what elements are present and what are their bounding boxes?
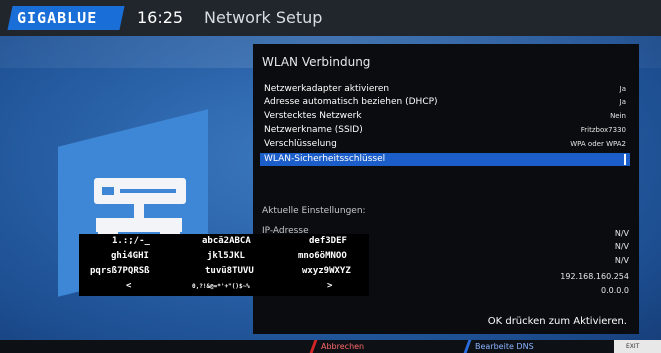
page-title: Network Setup xyxy=(204,8,323,27)
key-1[interactable]: 1.:;/-_ xyxy=(112,236,150,246)
receiver-display xyxy=(120,189,176,193)
network-connector-icon xyxy=(134,204,144,218)
setting-value: WPA oder WPA2 xyxy=(570,140,626,148)
text-cursor xyxy=(624,154,626,165)
setting-row-hidden-network[interactable]: Verstecktes Netzwerk Nein xyxy=(260,110,630,123)
setting-value: Ja xyxy=(619,85,626,93)
setting-value: Ja xyxy=(619,98,626,106)
key-6[interactable]: mno6öMNOO xyxy=(298,251,347,261)
key-4[interactable]: ghi4GHI xyxy=(111,251,149,261)
cancel-button[interactable]: Abbrechen xyxy=(309,340,442,353)
key-7[interactable]: pqrsß7PQRSß xyxy=(90,266,150,276)
setting-row-security-key[interactable]: WLAN-Sicherheitsschlüssel xyxy=(260,153,630,166)
setting-row-encryption[interactable]: Verschlüsselung WPA oder WPA2 xyxy=(260,138,630,151)
edit-dns-button[interactable]: Bearbeite DNS xyxy=(463,340,606,353)
info-value: N/V xyxy=(614,256,629,265)
setting-label: WLAN-Sicherheitsschlüssel xyxy=(264,154,386,164)
key-2[interactable]: abcä2ABCA xyxy=(202,236,251,246)
key-9[interactable]: wxyz9WXYZ xyxy=(302,266,351,276)
cancel-label: Abbrechen xyxy=(321,342,365,351)
setting-value: Fritzbox7330 xyxy=(580,126,626,134)
panel-title: WLAN Verbindung xyxy=(262,55,371,69)
setting-label: Verstecktes Netzwerk xyxy=(264,111,362,121)
edit-dns-label: Bearbeite DNS xyxy=(475,342,534,351)
key-forward[interactable]: > xyxy=(327,281,332,291)
info-value: 0.0.0.0 xyxy=(601,286,629,295)
network-hub-icon xyxy=(96,218,182,232)
receiver-icon xyxy=(94,178,186,204)
setting-label: Netzwerkadapter aktivieren xyxy=(264,84,390,94)
setting-value: Nein xyxy=(610,112,626,120)
setting-row-adapter[interactable]: Netzwerkadapter aktivieren Ja xyxy=(260,83,630,96)
setting-row-dhcp[interactable]: Adresse automatisch beziehen (DHCP) Ja xyxy=(260,96,630,109)
exit-button[interactable]: EXIT xyxy=(614,340,661,353)
exit-label: EXIT xyxy=(626,343,640,350)
info-value: N/V xyxy=(614,242,629,251)
key-8[interactable]: tuvü8TUVU xyxy=(205,266,254,276)
clock: 16:25 xyxy=(137,8,184,27)
info-value: 192.168.160.254 xyxy=(560,272,629,281)
info-value: N/V xyxy=(614,229,629,238)
receiver-slot xyxy=(102,187,114,195)
header-bar: GIGABLUE 16:25 Network Setup xyxy=(0,0,661,36)
key-5[interactable]: jkl5JKL xyxy=(207,251,245,261)
setting-row-ssid[interactable]: Netzwerkname (SSID) Fritzbox7330 xyxy=(260,124,630,137)
setting-label: Netzwerkname (SSID) xyxy=(264,125,363,135)
logo: GIGABLUE xyxy=(17,9,98,27)
setting-label: Verschlüsselung xyxy=(264,139,337,149)
current-settings-heading: Aktuelle Einstellungen: xyxy=(262,206,366,216)
key-backspace[interactable]: < xyxy=(126,281,131,291)
key-3[interactable]: def3DEF xyxy=(309,236,347,246)
key-0[interactable]: 0,?!&@=*'+"()$~% xyxy=(192,283,250,290)
setting-label: Adresse automatisch beziehen (DHCP) xyxy=(264,97,438,107)
ok-hint: OK drücken zum Aktivieren. xyxy=(487,316,627,327)
